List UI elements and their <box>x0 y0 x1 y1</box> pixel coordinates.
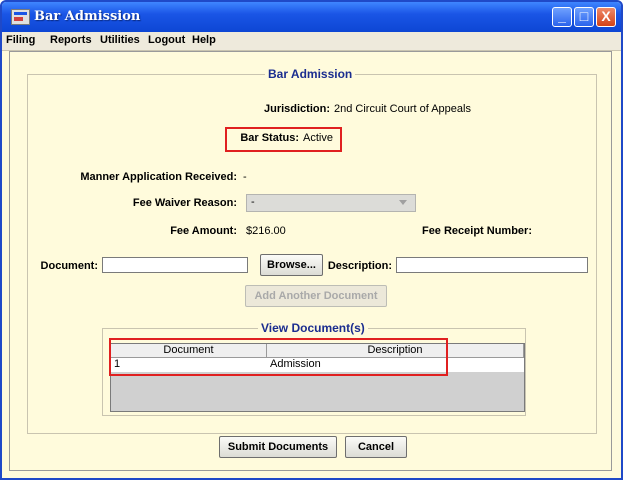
bar-admission-window: Bar Admission _ □ X Filing Reports Utili… <box>0 0 623 480</box>
jurisdiction-label: Jurisdiction: <box>263 103 330 115</box>
fee-waiver-label: Fee Waiver Reason: <box>132 197 237 209</box>
menu-help[interactable]: Help <box>192 34 216 46</box>
browse-button[interactable]: Browse... <box>260 254 323 276</box>
description-input[interactable] <box>396 257 588 273</box>
close-button[interactable]: X <box>596 7 616 27</box>
fee-waiver-select[interactable]: - <box>246 194 416 212</box>
fee-waiver-selected-value: - <box>251 196 255 208</box>
document-input[interactable] <box>102 257 248 273</box>
manner-application-label: Manner Application Received: <box>80 171 237 183</box>
documents-row-highlight <box>109 338 448 376</box>
minimize-button[interactable]: _ <box>552 7 572 27</box>
bar-status-highlight <box>225 127 342 152</box>
window-title: Bar Admission <box>34 9 141 24</box>
view-documents-group-title: View Document(s) <box>258 321 368 335</box>
add-another-document-button[interactable]: Add Another Document <box>245 285 387 307</box>
menu-logout[interactable]: Logout <box>148 34 185 46</box>
chevron-down-icon <box>399 200 407 205</box>
menu-utilities[interactable]: Utilities <box>100 34 140 46</box>
menu-bar: Filing Reports Utilities Logout Help <box>2 32 621 51</box>
fee-amount-value: $216.00 <box>246 225 286 237</box>
bar-admission-group-title: Bar Admission <box>265 67 356 81</box>
document-label: Document: <box>40 260 98 272</box>
app-window-icon <box>11 9 30 25</box>
description-label: Description: <box>327 260 392 272</box>
menu-filing[interactable]: Filing <box>6 34 35 46</box>
title-bar[interactable]: Bar Admission _ □ X <box>2 2 621 32</box>
maximize-button[interactable]: □ <box>574 7 594 27</box>
main-panel: Bar Admission Jurisdiction: 2nd Circuit … <box>9 51 612 471</box>
menu-reports[interactable]: Reports <box>50 34 92 46</box>
cancel-button[interactable]: Cancel <box>345 436 407 458</box>
submit-documents-button[interactable]: Submit Documents <box>219 436 337 458</box>
manner-application-value: - <box>243 171 247 183</box>
fee-amount-label: Fee Amount: <box>170 225 237 237</box>
jurisdiction-value: 2nd Circuit Court of Appeals <box>334 103 471 115</box>
fee-receipt-label: Fee Receipt Number: <box>421 225 532 237</box>
